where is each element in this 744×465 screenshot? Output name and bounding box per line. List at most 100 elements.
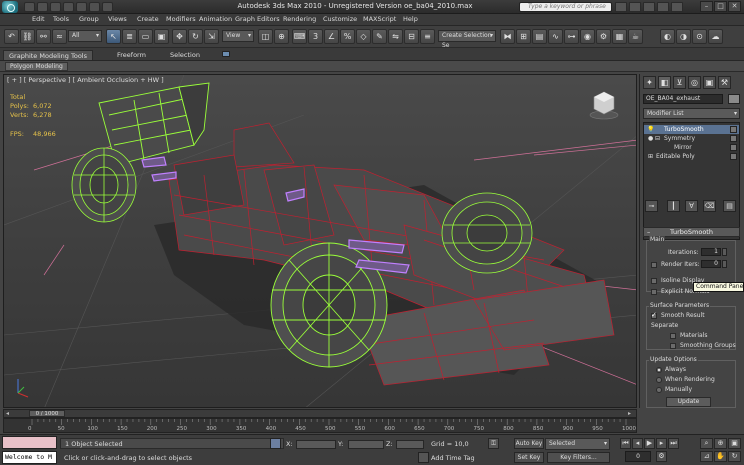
mirror-icon[interactable]: ⇋ [388, 29, 403, 44]
select-manipulate-icon[interactable]: ⊕ [274, 29, 289, 44]
materials-checkbox[interactable] [670, 333, 676, 339]
named-selection-dropdown[interactable]: Create Selection Se [438, 30, 496, 49]
menu-graph-editors[interactable]: Graph Editors [235, 15, 280, 23]
close-button[interactable]: ✕ [728, 1, 741, 12]
save-file-icon[interactable] [50, 2, 61, 12]
stack-toggle-icon[interactable] [730, 126, 737, 133]
isoline-display-checkbox[interactable] [651, 278, 657, 284]
time-slider[interactable]: 0 / 1000 ◂ ▸ [3, 409, 637, 418]
always-radio[interactable] [656, 367, 662, 373]
menu-maxscript[interactable]: MAXScript [363, 15, 396, 23]
material-editor-icon[interactable]: ◉ [580, 29, 595, 44]
slider-right-arrow-icon[interactable]: ▸ [628, 410, 631, 417]
reference-coordinate-dropdown[interactable]: View [222, 30, 254, 42]
select-object-icon[interactable]: ↖ [106, 29, 121, 44]
object-color-swatch[interactable] [728, 94, 740, 104]
key-filters-button[interactable]: Key Filters... [547, 452, 610, 463]
render-iterative-icon[interactable]: ⊙ [692, 29, 707, 44]
play-icon[interactable]: ▶ [644, 438, 655, 449]
select-by-name-icon[interactable]: ≣ [122, 29, 137, 44]
unlink-icon[interactable]: ⚯ [36, 29, 51, 44]
y-coordinate-field[interactable] [348, 440, 384, 449]
field-of-view-icon[interactable]: ⊿ [700, 451, 713, 462]
menu-help[interactable]: Help [403, 15, 418, 23]
viewcube-icon[interactable] [589, 91, 619, 120]
rendered-frame-window-icon[interactable]: ▦ [612, 29, 627, 44]
iterations-spinner-arrows[interactable] [722, 248, 727, 256]
render-setup-icon[interactable]: ⚙ [596, 29, 611, 44]
go-to-start-icon[interactable]: ⏮ [620, 438, 631, 449]
slider-left-arrow-icon[interactable]: ◂ [6, 410, 9, 417]
make-unique-icon[interactable]: ∀ [685, 200, 698, 212]
next-frame-icon[interactable]: ▸ [656, 438, 667, 449]
collapse-icon[interactable]: – [647, 228, 650, 236]
window-crossing-icon[interactable]: ▣ [154, 29, 169, 44]
motion-tab-icon[interactable]: ◎ [688, 76, 701, 89]
menu-modifiers[interactable]: Modifiers [166, 15, 196, 23]
quick-render-icon[interactable]: ◐ [660, 29, 675, 44]
explicit-normals-checkbox[interactable] [651, 289, 657, 295]
show-end-result-icon[interactable]: ┃ [667, 200, 680, 212]
render-iters-spinner[interactable]: 0 [701, 260, 721, 268]
new-file-icon[interactable] [24, 2, 35, 12]
tab-graphite-modeling-tools[interactable]: Graphite Modeling Tools [3, 50, 94, 60]
select-and-scale-icon[interactable]: ⇲ [204, 29, 219, 44]
percent-snap-icon[interactable]: % [340, 29, 355, 44]
maxscript-listener-input[interactable]: Welcome to M [2, 451, 57, 464]
keyboard-shortcut-icon[interactable]: ⌨ [292, 29, 307, 44]
stack-item-turbosmooth[interactable]: 💡 TurboSmooth [644, 125, 739, 134]
add-time-tag[interactable]: Add Time Tag [431, 454, 475, 462]
selection-filter-dropdown[interactable]: All [68, 30, 102, 42]
undo-icon[interactable]: ↶ [4, 29, 19, 44]
menu-create[interactable]: Create [137, 15, 159, 23]
expand-icon[interactable]: ⊞ [648, 152, 653, 161]
time-tag-icon[interactable] [418, 452, 429, 463]
stack-item-symmetry[interactable]: ● ⊟ Symmetry [644, 134, 739, 143]
layer-manager-icon[interactable]: ≡ [420, 29, 435, 44]
select-and-move-icon[interactable]: ✥ [172, 29, 187, 44]
render-iters-checkbox[interactable] [651, 262, 657, 268]
curve-editor-icon[interactable]: ∿ [548, 29, 563, 44]
mirror-tool-icon[interactable]: ⧓ [500, 29, 515, 44]
maximize-button[interactable]: □ [714, 1, 727, 12]
x-coordinate-field[interactable] [296, 440, 336, 449]
search-icon[interactable] [615, 2, 627, 12]
graphite-toggle-icon[interactable]: ▤ [532, 29, 547, 44]
key-icon[interactable]: ⚿ [488, 438, 499, 449]
pin-stack-icon[interactable]: ⊸ [645, 200, 658, 212]
menu-edit[interactable]: Edit [32, 15, 45, 23]
smoothing-groups-checkbox[interactable] [670, 343, 676, 349]
manually-radio[interactable] [656, 387, 662, 393]
menu-customize[interactable]: Customize [323, 15, 357, 23]
configure-modifier-sets-icon[interactable]: ▤ [723, 200, 736, 212]
time-slider-thumb[interactable]: 0 / 1000 [29, 410, 65, 417]
previous-frame-icon[interactable]: ◂ [632, 438, 643, 449]
utilities-tab-icon[interactable]: ⚒ [718, 76, 731, 89]
bulb-icon[interactable]: 💡 [647, 125, 654, 134]
update-button[interactable]: Update [666, 397, 711, 407]
stack-item-editable-poly[interactable]: ⊞ Editable Poly [644, 152, 739, 161]
menu-group[interactable]: Group [79, 15, 99, 23]
orbit-icon[interactable]: ↻ [728, 451, 741, 462]
current-frame-field[interactable]: 0 [625, 451, 651, 462]
pan-icon[interactable]: ✋ [714, 451, 727, 462]
edit-named-selection-icon[interactable]: ✎ [372, 29, 387, 44]
menu-rendering[interactable]: Rendering [283, 15, 316, 23]
schematic-view-icon[interactable]: ⊶ [564, 29, 579, 44]
bind-space-warp-icon[interactable]: ≈ [52, 29, 67, 44]
redo-icon[interactable] [76, 2, 87, 12]
when-rendering-radio[interactable] [656, 377, 662, 383]
auto-key-button[interactable]: Auto Key [514, 438, 544, 449]
angle-snap-icon[interactable]: ∠ [324, 29, 339, 44]
zoom-icon[interactable]: ⌕ [700, 438, 713, 449]
stack-toggle-icon[interactable] [730, 135, 737, 142]
undo-icon[interactable] [63, 2, 74, 12]
time-configuration-icon[interactable]: ⚙ [656, 451, 667, 462]
stack-item-mirror[interactable]: Mirror [644, 143, 739, 152]
pivot-center-icon[interactable]: ◫ [258, 29, 273, 44]
app-logo-icon[interactable] [2, 1, 18, 13]
hold-icon[interactable] [89, 2, 100, 12]
rectangular-selection-icon[interactable]: ▭ [138, 29, 153, 44]
communication-icon[interactable] [643, 2, 655, 12]
track-bar[interactable]: 0 50 100 150 200 250 300 350 400 450 500 550 600 650 7… [3, 418, 637, 433]
